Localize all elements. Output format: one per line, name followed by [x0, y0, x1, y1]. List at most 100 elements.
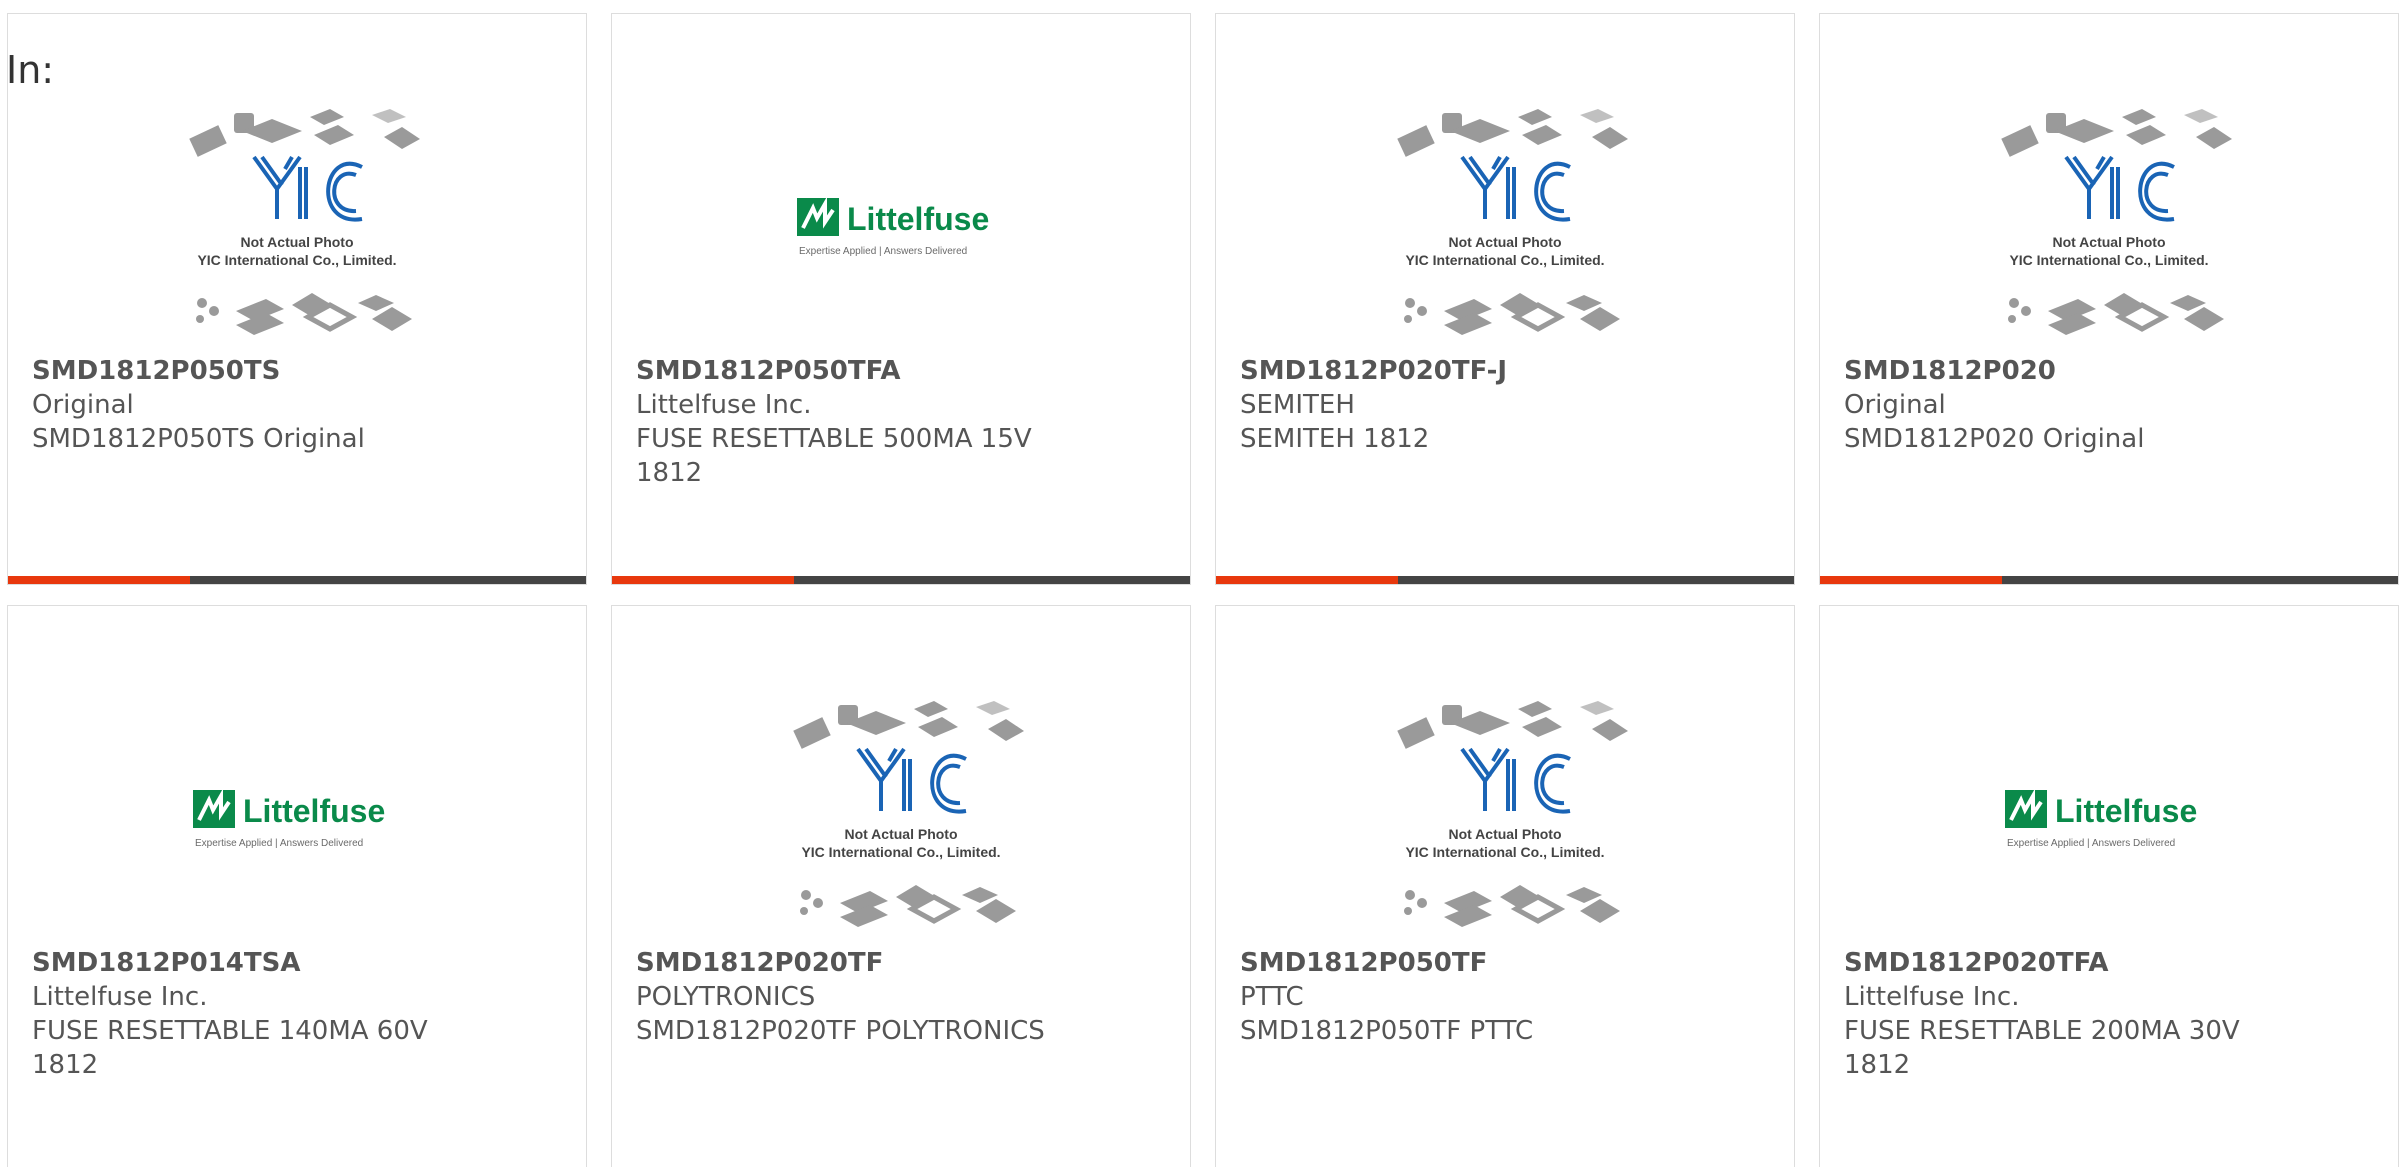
product-image[interactable]: Littelfuse Expertise Applied | Answers De…	[8, 686, 586, 952]
product-card[interactable]: Not Actual Photo YIC International Co., L…	[611, 605, 1191, 1167]
description: SMD1812P050TS Original	[32, 424, 365, 454]
product-card[interactable]: Littelfuse Expertise Applied | Answers De…	[611, 13, 1191, 585]
chip-icon	[793, 717, 831, 749]
description: SMD1812P050TF PTTC	[1240, 1016, 1534, 1046]
yic-company-text: YIC International Co., Limited.	[2009, 252, 2208, 268]
chip-icon	[2009, 298, 2019, 308]
chip-icon	[962, 887, 998, 903]
chip-icon	[1397, 125, 1435, 157]
chip-icons-top	[793, 701, 1024, 749]
card-bottom-bar-accent	[1216, 576, 1398, 584]
part-number[interactable]: SMD1812P050TF	[1240, 946, 1680, 980]
part-number[interactable]: SMD1812P020TF-J	[1240, 354, 1680, 388]
chip-icon	[372, 307, 412, 331]
part-number[interactable]: SMD1812P020TF	[636, 946, 1076, 980]
chip-icon	[2001, 125, 2039, 157]
product-image[interactable]: Not Actual Photo YIC International Co., L…	[612, 686, 1190, 952]
yic-placeholder-image: Not Actual Photo YIC International Co., L…	[793, 701, 1024, 927]
chip-icons-bottom	[196, 293, 412, 335]
product-image[interactable]: Not Actual Photo YIC International Co., L…	[1216, 686, 1794, 952]
product-image[interactable]: Not Actual Photo YIC International Co., L…	[1820, 94, 2398, 360]
chip-icon	[1592, 127, 1628, 149]
chip-icon	[1417, 306, 1427, 316]
yic-logo-icon	[1460, 155, 1571, 222]
not-actual-photo-text: Not Actual Photo	[844, 826, 957, 842]
chip-icon	[236, 313, 284, 335]
manufacturer: Original	[1844, 390, 1946, 420]
chip-icon	[310, 109, 344, 125]
chip-icon	[1522, 125, 1562, 145]
littelfuse-tagline-text: Expertise Applied | Answers Delivered	[195, 838, 363, 849]
description: FUSE RESETTABLE 140MA 60V 1812	[32, 1016, 428, 1080]
product-card[interactable]: Not Actual Photo YIC International Co., L…	[1819, 13, 2399, 585]
chip-icon	[1444, 905, 1492, 927]
part-number[interactable]: SMD1812P020TFA	[1844, 946, 2284, 980]
product-info: SMD1812P014TSA Littelfuse Inc. FUSE RESE…	[32, 946, 472, 1082]
chip-icon	[2170, 295, 2206, 311]
chip-icon	[813, 898, 823, 908]
part-number[interactable]: SMD1812P020	[1844, 354, 2284, 388]
chip-icon	[2021, 306, 2031, 316]
chip-icon	[1405, 890, 1415, 900]
chip-icons-bottom	[2008, 293, 2224, 335]
chip-icon	[189, 125, 227, 157]
yic-logo-icon	[2064, 155, 2175, 222]
chip-icon	[1566, 887, 1602, 903]
chip-icon	[1522, 717, 1562, 737]
manufacturer: SEMITEH	[1240, 390, 1355, 420]
chip-icon	[1518, 701, 1552, 717]
chip-icon	[1404, 315, 1412, 323]
part-number[interactable]: SMD1812P014TSA	[32, 946, 472, 980]
chip-icon	[914, 701, 948, 717]
chip-icon	[209, 306, 219, 316]
chip-icon	[2122, 109, 2156, 125]
product-info: SMD1812P020TFA Littelfuse Inc. FUSE RESE…	[1844, 946, 2284, 1082]
chip-icon	[1580, 109, 1614, 123]
product-card[interactable]: Not Actual Photo YIC International Co., L…	[1215, 605, 1795, 1167]
chip-icon	[197, 298, 207, 308]
product-card[interactable]: Not Actual Photo YIC International Co., L…	[1215, 13, 1795, 585]
yic-company-text: YIC International Co., Limited.	[197, 252, 396, 268]
card-bottom-bar-accent	[612, 576, 794, 584]
yic-company-text: YIC International Co., Limited.	[1405, 844, 1604, 860]
product-image[interactable]: Not Actual Photo YIC International Co., L…	[8, 94, 586, 360]
chip-icon	[1580, 307, 1620, 331]
manufacturer: Littelfuse Inc.	[1844, 982, 2020, 1012]
card-bottom-bar-accent	[1820, 576, 2002, 584]
chip-icons-bottom	[800, 885, 1016, 927]
description: SEMITEH 1812	[1240, 424, 1430, 454]
chip-icon	[2184, 109, 2218, 123]
chip-icons-top	[189, 109, 420, 157]
chip-icon	[358, 295, 394, 311]
manufacturer: PTTC	[1240, 982, 1304, 1012]
product-image[interactable]: Littelfuse Expertise Applied | Answers De…	[612, 94, 1190, 360]
part-number[interactable]: SMD1812P050TFA	[636, 354, 1076, 388]
chip-icon	[1518, 109, 1552, 125]
not-actual-photo-text: Not Actual Photo	[1448, 826, 1561, 842]
product-grid: Not Actual Photo YIC International Co., L…	[7, 13, 2400, 1167]
yic-logo-icon	[856, 747, 967, 814]
littelfuse-brand-text: Littelfuse	[2055, 793, 2197, 829]
littelfuse-tagline-text: Expertise Applied | Answers Delivered	[799, 246, 967, 257]
littelfuse-logo-image: Littelfuse Expertise Applied | Answers De…	[797, 196, 989, 257]
manufacturer: Original	[32, 390, 134, 420]
chip-icon	[1444, 313, 1492, 335]
product-card[interactable]: Littelfuse Expertise Applied | Answers De…	[7, 605, 587, 1167]
product-info: SMD1812P020 Original SMD1812P020 Origina…	[1844, 354, 2284, 456]
yic-placeholder-image: Not Actual Photo YIC International Co., L…	[2001, 109, 2232, 335]
chip-icon	[1397, 717, 1435, 749]
product-card[interactable]: Not Actual Photo YIC International Co., L…	[7, 13, 587, 585]
product-image[interactable]: Littelfuse Expertise Applied | Answers De…	[1820, 686, 2398, 952]
chip-icon	[196, 315, 204, 323]
card-bottom-bar	[8, 576, 586, 584]
part-number[interactable]: SMD1812P050TS	[32, 354, 472, 388]
yic-company-text: YIC International Co., Limited.	[801, 844, 1000, 860]
card-bottom-bar	[1820, 576, 2398, 584]
chip-icon	[2048, 313, 2096, 335]
littelfuse-brand-text: Littelfuse	[243, 793, 385, 829]
yic-logo-icon	[252, 155, 363, 222]
chip-icon	[976, 701, 1010, 715]
chip-icons-top	[2001, 109, 2232, 157]
product-card[interactable]: Littelfuse Expertise Applied | Answers De…	[1819, 605, 2399, 1167]
product-image[interactable]: Not Actual Photo YIC International Co., L…	[1216, 94, 1794, 360]
